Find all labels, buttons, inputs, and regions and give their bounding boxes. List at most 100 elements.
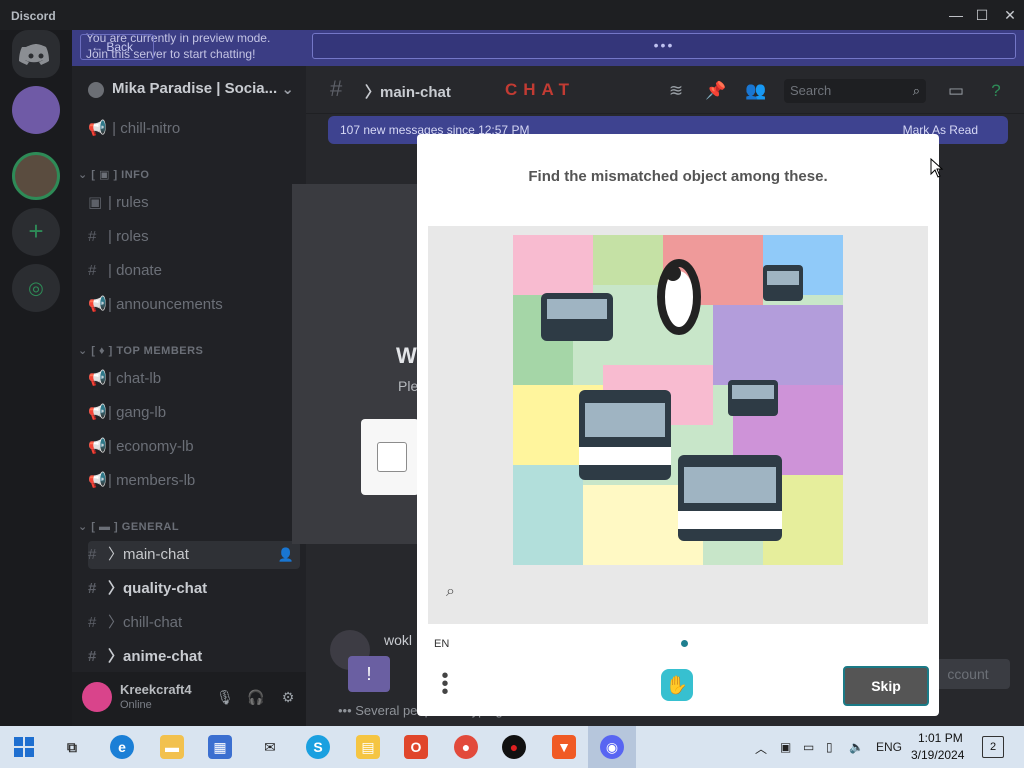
- zoom-search-icon[interactable]: ⌕: [446, 583, 466, 603]
- user-status: Online: [120, 699, 152, 711]
- channel-label: | rules: [108, 194, 149, 211]
- channel-chill-nitro[interactable]: 📢 | chill-nitro: [88, 115, 300, 143]
- inbox-icon[interactable]: ▭: [945, 80, 967, 102]
- minimize-button[interactable]: —: [944, 4, 968, 26]
- captcha-image[interactable]: [513, 235, 843, 565]
- explore-compass-icon[interactable]: ◎: [12, 264, 60, 312]
- channel-deco-text: CHAT: [505, 80, 575, 99]
- channel-hash-icon: #: [330, 76, 343, 101]
- hash-icon: #: [88, 228, 97, 245]
- announcement-icon: 📢: [88, 296, 107, 313]
- server-name: Mika Paradise | Socia...: [112, 80, 278, 97]
- recorder-icon[interactable]: ●: [502, 735, 526, 759]
- channel-anime-chat[interactable]: # 〉anime-chat: [88, 643, 300, 671]
- channel-label: | roles: [108, 228, 149, 245]
- chevron-down-icon: ⌄: [281, 81, 294, 98]
- server-avatar-2[interactable]: [12, 152, 60, 200]
- window-title: Discord: [11, 9, 56, 23]
- verification-subtext: Ple: [398, 378, 419, 394]
- discord-taskbar-icon[interactable]: ◉: [600, 735, 624, 759]
- brave-icon[interactable]: ▼: [552, 735, 576, 759]
- threads-icon[interactable]: ≋: [665, 80, 687, 102]
- channel-roles[interactable]: # | roles: [88, 223, 300, 251]
- office-icon[interactable]: O: [404, 735, 428, 759]
- hash-icon: #: [88, 648, 97, 665]
- channel-label: 〉anime-chat: [108, 648, 203, 665]
- search-input[interactable]: Search ⌕: [784, 79, 926, 103]
- window-titlebar: Discord: [0, 0, 1024, 30]
- hash-icon: #: [88, 546, 97, 563]
- battery-icon[interactable]: ▯: [826, 740, 833, 754]
- channel-announcements[interactable]: 📢| announcements: [88, 291, 300, 319]
- hash-icon: #: [88, 580, 97, 597]
- channel-gang-lb[interactable]: 📢| gang-lb: [88, 399, 300, 427]
- back-button-label: Back: [106, 40, 134, 54]
- edge-icon[interactable]: e: [110, 735, 134, 759]
- channel-label: | chat-lb: [108, 370, 162, 387]
- skip-button[interactable]: Skip: [843, 666, 929, 706]
- announcement-icon: 📢: [88, 472, 107, 489]
- captcha-checkbox[interactable]: [377, 442, 407, 472]
- server-avatar-1[interactable]: [12, 86, 60, 134]
- message-author: wokl: [384, 632, 413, 648]
- skype-icon[interactable]: S: [306, 735, 330, 759]
- maximize-button[interactable]: ☐: [970, 4, 994, 26]
- back-button[interactable]: ← Back: [80, 34, 154, 60]
- chrome-icon[interactable]: ●: [454, 735, 478, 759]
- hash-icon: #: [88, 262, 97, 279]
- task-view-icon[interactable]: ⧉: [60, 735, 84, 759]
- preview-join-field[interactable]: •••: [312, 33, 1016, 59]
- category-info[interactable]: ⌄ [ ▣ ] INFO: [78, 168, 149, 181]
- chevron-up-icon[interactable]: ︿: [755, 740, 767, 757]
- captcha-progress-dot: [681, 640, 688, 647]
- channel-main-chat[interactable]: # 〉main-chat 👤: [88, 541, 300, 569]
- channel-members-lb[interactable]: 📢| members-lb: [88, 467, 300, 495]
- windows-start-icon[interactable]: [12, 735, 36, 759]
- category-general[interactable]: ⌄ [ ▬ ] GENERAL: [78, 520, 179, 533]
- discord-home-icon[interactable]: [12, 30, 60, 78]
- file-explorer-icon[interactable]: ▬: [160, 735, 184, 759]
- microphone-icon[interactable]: 🎙: [216, 688, 234, 706]
- channel-label: 〉main-chat: [108, 546, 189, 563]
- captcha-prompt: Find the mismatched object among these.: [528, 168, 828, 185]
- captcha-language[interactable]: EN: [434, 638, 449, 650]
- add-server-icon[interactable]: +: [12, 208, 60, 256]
- clock-date[interactable]: 3/19/2024: [911, 748, 964, 762]
- network-icon[interactable]: ▭: [803, 740, 814, 754]
- channel-label: | gang-lb: [108, 404, 167, 421]
- notification-center-icon[interactable]: 2: [982, 736, 1004, 758]
- server-name-header[interactable]: Mika Paradise | Socia... ⌄: [90, 80, 300, 98]
- members-icon[interactable]: 👥: [745, 80, 767, 102]
- clock-time[interactable]: 1:01 PM: [918, 731, 963, 745]
- close-button[interactable]: ✕: [998, 4, 1022, 26]
- add-member-icon[interactable]: 👤: [278, 541, 294, 569]
- captcha-menu-icon[interactable]: • • •: [437, 666, 453, 702]
- channel-economy-lb[interactable]: 📢| economy-lb: [88, 433, 300, 461]
- channel-label: | economy-lb: [108, 438, 194, 455]
- headphones-icon[interactable]: 🎧: [247, 688, 265, 706]
- user-avatar[interactable]: [82, 682, 112, 712]
- category-top-members[interactable]: ⌄ [ ♦ ] TOP MEMBERS: [78, 344, 203, 357]
- channel-label: | donate: [108, 262, 162, 279]
- channel-donate[interactable]: # | donate: [88, 257, 300, 285]
- meet-icon[interactable]: ▣: [780, 740, 791, 754]
- notes-icon[interactable]: ▤: [356, 735, 380, 759]
- category-label: INFO: [121, 169, 150, 181]
- channel-chat-lb[interactable]: 📢| chat-lb: [88, 365, 300, 393]
- channel-chill-chat[interactable]: # 〉chill-chat: [88, 609, 300, 637]
- search-icon: ⌕: [912, 83, 920, 98]
- help-icon[interactable]: ?: [985, 80, 1007, 102]
- channel-title: 〉main-chat: [365, 84, 451, 101]
- channel-rules[interactable]: ▣ | rules: [88, 189, 300, 217]
- language-indicator[interactable]: ENG: [876, 740, 902, 754]
- server-rail: [0, 30, 72, 726]
- volume-icon[interactable]: 🔈: [849, 740, 864, 754]
- gear-icon[interactable]: ⚙: [279, 688, 297, 706]
- pin-icon[interactable]: 📌: [705, 80, 727, 102]
- channel-quality-chat[interactable]: # 〉quality-chat: [88, 575, 300, 603]
- announcement-icon: 📢: [88, 438, 107, 455]
- store-icon[interactable]: ▦: [208, 735, 232, 759]
- announcement-icon: 📢: [88, 404, 107, 421]
- mail-app-icon[interactable]: ✉: [258, 735, 282, 759]
- verification-heading: W: [396, 343, 417, 368]
